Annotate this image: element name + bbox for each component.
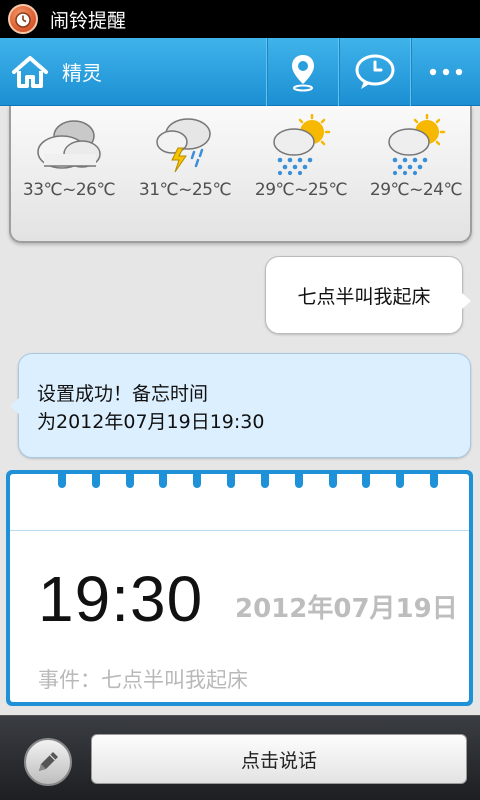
reminder-memo-card[interactable]: 19:30 2012年07月19日 事件：七点半叫我起床: [6, 470, 473, 706]
memo-time: 19:30: [38, 563, 204, 635]
sun-rain-icon: [273, 114, 331, 176]
location-pin-icon: [291, 54, 314, 91]
weather-day: 31℃~25℃: [127, 106, 243, 200]
home-icon: [12, 55, 48, 88]
cloudy-icon: [37, 120, 101, 169]
weather-temp: 29℃~25℃: [254, 180, 348, 200]
home-button[interactable]: [0, 38, 60, 106]
pencil-icon: [39, 752, 58, 771]
memo-binding-rings: [58, 470, 438, 492]
weather-temp: 29℃~24℃: [369, 180, 463, 200]
user-message-bubble: 七点半叫我起床: [265, 256, 471, 334]
weather-day: 29℃~25℃: [243, 106, 359, 200]
reply-line-2: 为2012年07月19日19:30: [37, 411, 265, 433]
more-icon: [429, 68, 462, 75]
page-title: 精灵: [62, 61, 102, 85]
reminder-button[interactable]: [338, 37, 410, 106]
memo-paper: 19:30 2012年07月19日 事件：七点半叫我起床: [10, 470, 469, 702]
thunderstorm-icon: [156, 118, 211, 173]
weather-day: 33℃~26℃: [11, 106, 127, 200]
top-bar: 精灵: [0, 37, 480, 106]
weather-forecast-card[interactable]: 33℃~26℃ 31℃~25℃ 29℃~25℃ 29℃~24℃: [9, 106, 472, 243]
memo-date: 2012年07月19日: [235, 594, 458, 624]
weather-day: 29℃~24℃: [358, 106, 474, 200]
clock-chat-icon: [355, 54, 394, 89]
weather-temp: 31℃~25℃: [138, 180, 232, 200]
user-message-text: 七点半叫我起床: [297, 285, 431, 308]
status-bar: 闹铃提醒: [0, 0, 480, 38]
edit-button[interactable]: [24, 738, 72, 786]
reply-line-1: 设置成功！备忘时间: [37, 383, 209, 405]
sun-rain-icon: [388, 114, 446, 176]
memo-event: 事件：七点半叫我起床: [38, 668, 248, 692]
push-to-talk-button[interactable]: 点击说话: [91, 734, 467, 784]
location-button[interactable]: [266, 37, 338, 106]
bottom-bar: 点击说话: [0, 715, 480, 800]
memo-divider: [10, 530, 469, 531]
status-title: 闹铃提醒: [50, 9, 127, 32]
more-button[interactable]: [410, 37, 480, 106]
reply-message-bubble: 设置成功！备忘时间 为2012年07月19日19:30: [10, 353, 471, 458]
weather-temp: 33℃~26℃: [22, 180, 116, 200]
alarm-clock-icon: [8, 4, 38, 34]
